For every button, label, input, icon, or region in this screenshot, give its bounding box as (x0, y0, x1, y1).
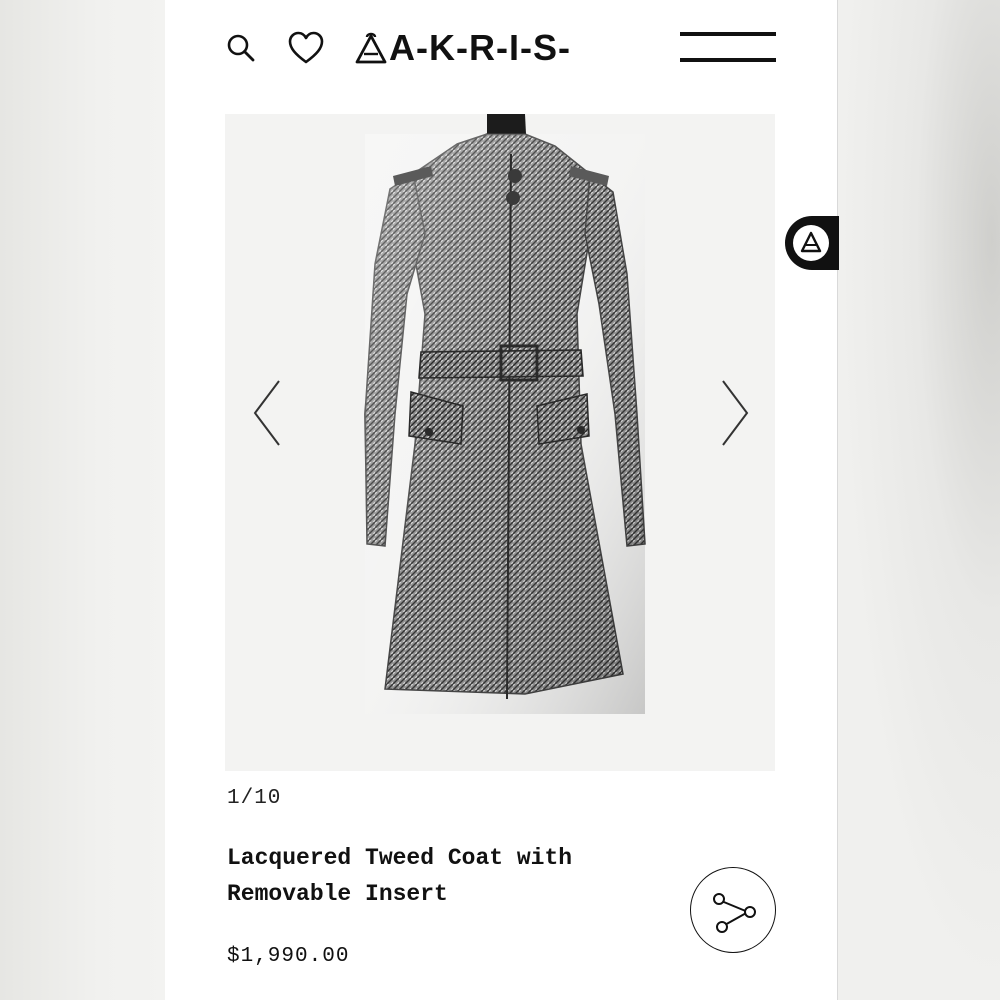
background-right (838, 0, 1000, 1000)
chevron-left-icon (253, 380, 280, 446)
next-image-button[interactable] (713, 377, 753, 449)
menu-button[interactable] (680, 30, 776, 66)
site-header: A-K-R-I-S- (165, 0, 838, 100)
akris-bag-icon (355, 32, 387, 64)
image-counter: 1/10 (227, 787, 282, 810)
akris-float-button[interactable] (785, 216, 839, 270)
chevron-right-icon (722, 380, 749, 446)
brand-logo[interactable]: A-K-R-I-S- (355, 28, 571, 68)
background-left (0, 0, 165, 1000)
share-button[interactable] (690, 867, 776, 953)
product-image-carousel[interactable] (225, 114, 775, 771)
product-price: $1,990.00 (227, 945, 350, 968)
heart-icon (288, 31, 324, 64)
brand-wordmark: A-K-R-I-S- (389, 27, 571, 68)
share-icon (713, 893, 756, 933)
previous-image-button[interactable] (249, 377, 289, 449)
akris-a-icon (800, 231, 822, 253)
product-image (364, 114, 646, 714)
wishlist-button[interactable] (287, 30, 325, 66)
mobile-page: A-K-R-I-S- 1/10 Lacquered Tweed Coat wit… (165, 0, 838, 1000)
search-icon (227, 34, 255, 62)
search-button[interactable] (225, 30, 259, 64)
product-title: Lacquered Tweed Coat with Removable Inse… (227, 845, 573, 907)
